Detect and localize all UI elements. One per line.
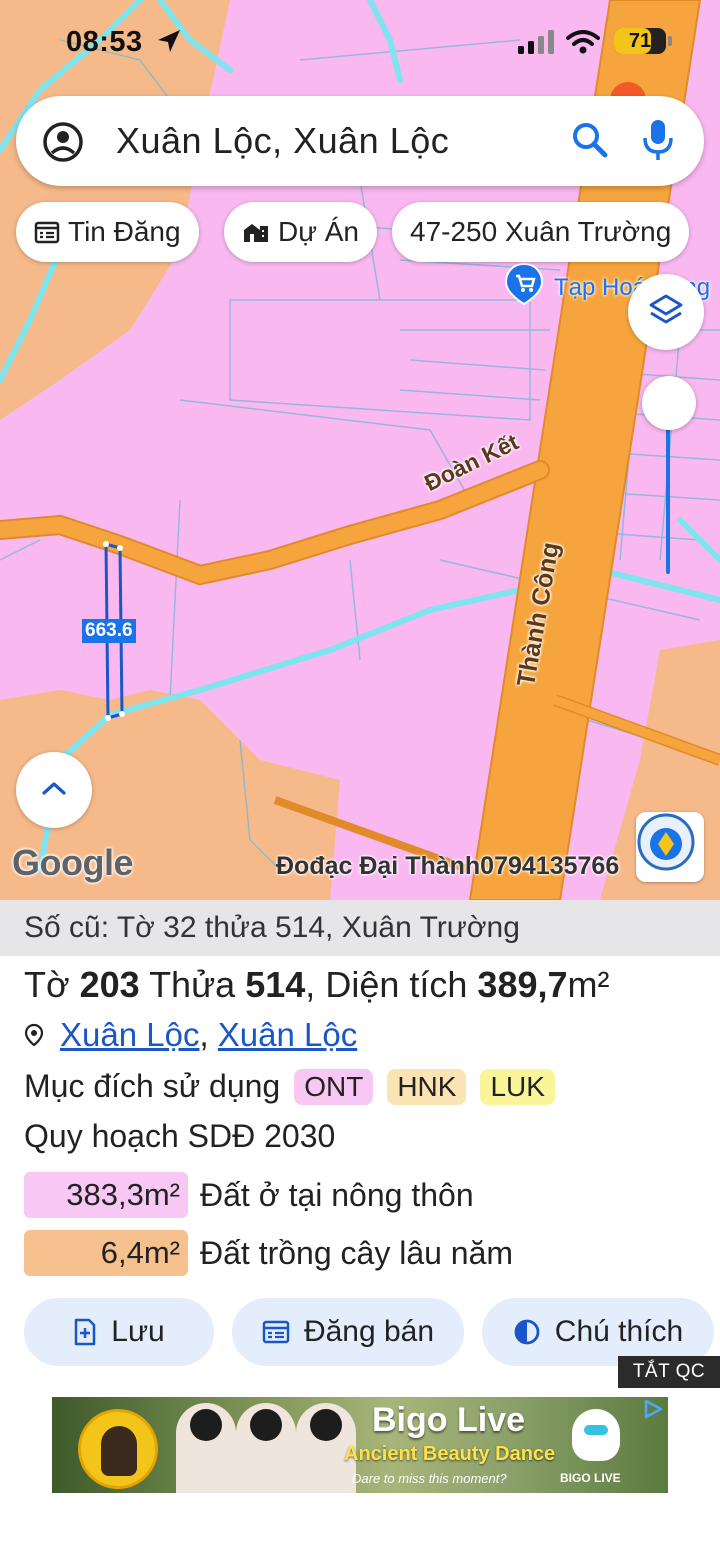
sheet-label: Tờ [24, 964, 70, 1005]
status-time: 08:53 [66, 26, 143, 58]
dai-thanh-logo-icon[interactable] [636, 812, 704, 882]
battery-level: 71 [628, 30, 652, 52]
plan-area-label: Đất ở tại nông thôn [200, 1176, 474, 1213]
layers-icon [648, 292, 684, 333]
plan-title: Quy hoạch SDĐ 2030 [24, 1118, 336, 1154]
mic-icon[interactable] [642, 118, 674, 167]
pin-icon [24, 1023, 44, 1047]
ad-dancer-image [236, 1403, 296, 1493]
sheet-number: 203 [79, 964, 140, 1005]
opacity-slider-handle[interactable] [642, 376, 696, 430]
ad-portrait-image [78, 1409, 158, 1489]
chip-label: Dự Án [278, 216, 359, 247]
chevron-up-icon [41, 780, 67, 801]
area-value: 389,7 [477, 964, 568, 1005]
ad-subtitle: Ancient Beauty Dance [344, 1443, 556, 1465]
plan-area-value: 383,3m² [24, 1172, 188, 1218]
area-label: Diện tích [325, 964, 468, 1005]
save-label: Lưu [111, 1315, 165, 1348]
chip-label: 47-250 Xuân Trường [410, 216, 672, 247]
tag-hnk: HNK [387, 1068, 467, 1105]
plan-area-label: Đất trồng cây lâu năm [200, 1234, 514, 1271]
plan-area-row: 6,4m² Đất trồng cây lâu năm [24, 1230, 513, 1276]
google-logo: Google [12, 842, 134, 883]
wifi-icon [566, 30, 600, 59]
plan-area-row: 383,3m² Đất ở tại nông thôn [24, 1172, 474, 1218]
search-query[interactable]: Xuân Lộc, Xuân Lộc [116, 120, 449, 162]
watermark-text: Đođạc Đại Thành0794135766 [276, 852, 620, 880]
buildings-icon [242, 220, 270, 244]
account-icon[interactable] [42, 121, 84, 168]
turn-off-ads-button[interactable]: TẮT QC [618, 1356, 720, 1388]
parcel-title: Tờ 203 Thửa 514, Diện tích 389,7m² [24, 964, 610, 1005]
location-separator: , [199, 1016, 218, 1053]
contrast-icon [513, 1318, 541, 1346]
save-plus-icon [73, 1318, 97, 1346]
location-arrow-icon [156, 28, 182, 59]
ad-choices-icon[interactable] [642, 1399, 664, 1424]
battery-icon: 71 [614, 28, 672, 54]
ad-banner[interactable]: Bigo Live Ancient Beauty Dance Dare to m… [52, 1397, 668, 1493]
parcel-info-sheet: Số cũ: Tờ 32 thửa 514, Xuân Trường Tờ 20… [0, 900, 720, 1559]
search-bar[interactable]: Xuân Lộc, Xuân Lộc [16, 96, 704, 186]
old-parcel-number: Số cũ: Tờ 32 thửa 514, Xuân Trường [0, 900, 720, 956]
plan-area-value: 6,4m² [24, 1230, 188, 1276]
parcel-number: 514 [245, 964, 306, 1005]
tag-luk: LUK [480, 1068, 555, 1105]
ad-title: Bigo Live [372, 1401, 526, 1439]
ad-mascot-icon [572, 1409, 620, 1461]
chip-label: Tin Đăng [68, 216, 181, 247]
location-link-ward[interactable]: Xuân Lộc [60, 1016, 199, 1054]
parcel-location: Xuân Lộc , Xuân Lộc [24, 1016, 357, 1054]
chip-du-an[interactable]: Dự Án [224, 202, 377, 262]
chip-tin-dang[interactable]: Tin Đăng [16, 202, 199, 262]
post-sale-button[interactable]: Đăng bán [232, 1298, 464, 1366]
listing-icon [262, 1320, 290, 1344]
search-icon[interactable] [570, 120, 610, 165]
legend-label: Chú thích [554, 1315, 684, 1348]
post-sale-label: Đăng bán [303, 1315, 435, 1348]
calendar-list-icon [34, 220, 60, 244]
save-button[interactable]: Lưu [24, 1298, 214, 1366]
land-use-purpose: Mục đích sử dụng ONT HNK LUK [24, 1068, 555, 1105]
purpose-label: Mục đích sử dụng [24, 1068, 281, 1104]
chip-parcel-ref[interactable]: 47-250 Xuân Trường [392, 202, 690, 262]
ad-tagline: Dare to miss this moment? [352, 1471, 507, 1486]
expand-up-button[interactable] [16, 752, 92, 828]
signal-icon [518, 30, 556, 59]
layers-button[interactable] [628, 274, 704, 350]
tag-ont: ONT [294, 1068, 374, 1105]
location-link-district[interactable]: Xuân Lộc [218, 1016, 357, 1054]
parcel-length-label: 663.6 [82, 619, 136, 643]
ad-dancer-image [176, 1403, 236, 1493]
ad-brand: BIGO LIVE [560, 1471, 621, 1485]
area-unit: m² [567, 964, 610, 1005]
parcel-label: Thửa [149, 964, 236, 1005]
